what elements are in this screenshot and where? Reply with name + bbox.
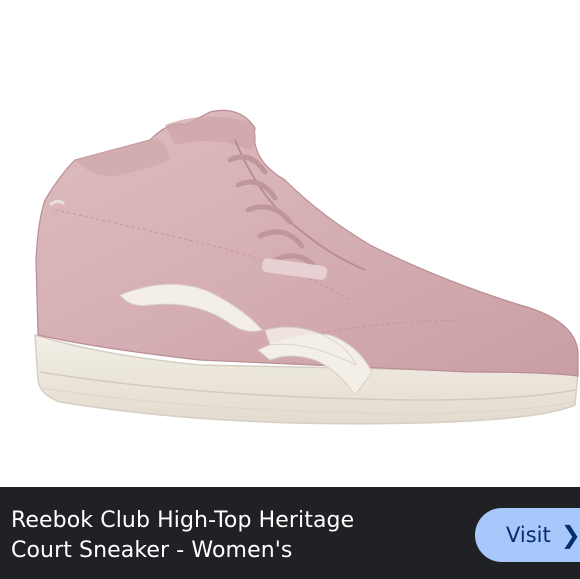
product-title-line-2: Court Sneaker - Women's [11, 538, 293, 563]
product-title-line-1: Reebok Club High-Top Heritage [11, 508, 355, 533]
product-title[interactable]: Reebok Club High-Top Heritage Court Snea… [11, 506, 451, 566]
visit-button-label: Visit [506, 523, 551, 547]
sneaker-illustration [34, 109, 579, 425]
product-result-card: Reebok Club High-Top Heritage Court Snea… [0, 0, 580, 579]
visit-button[interactable]: Visit ❯ [475, 508, 580, 562]
product-image[interactable] [0, 0, 580, 487]
chevron-right-icon: ❯ [560, 521, 580, 549]
product-info-bar: Reebok Club High-Top Heritage Court Snea… [0, 487, 580, 579]
